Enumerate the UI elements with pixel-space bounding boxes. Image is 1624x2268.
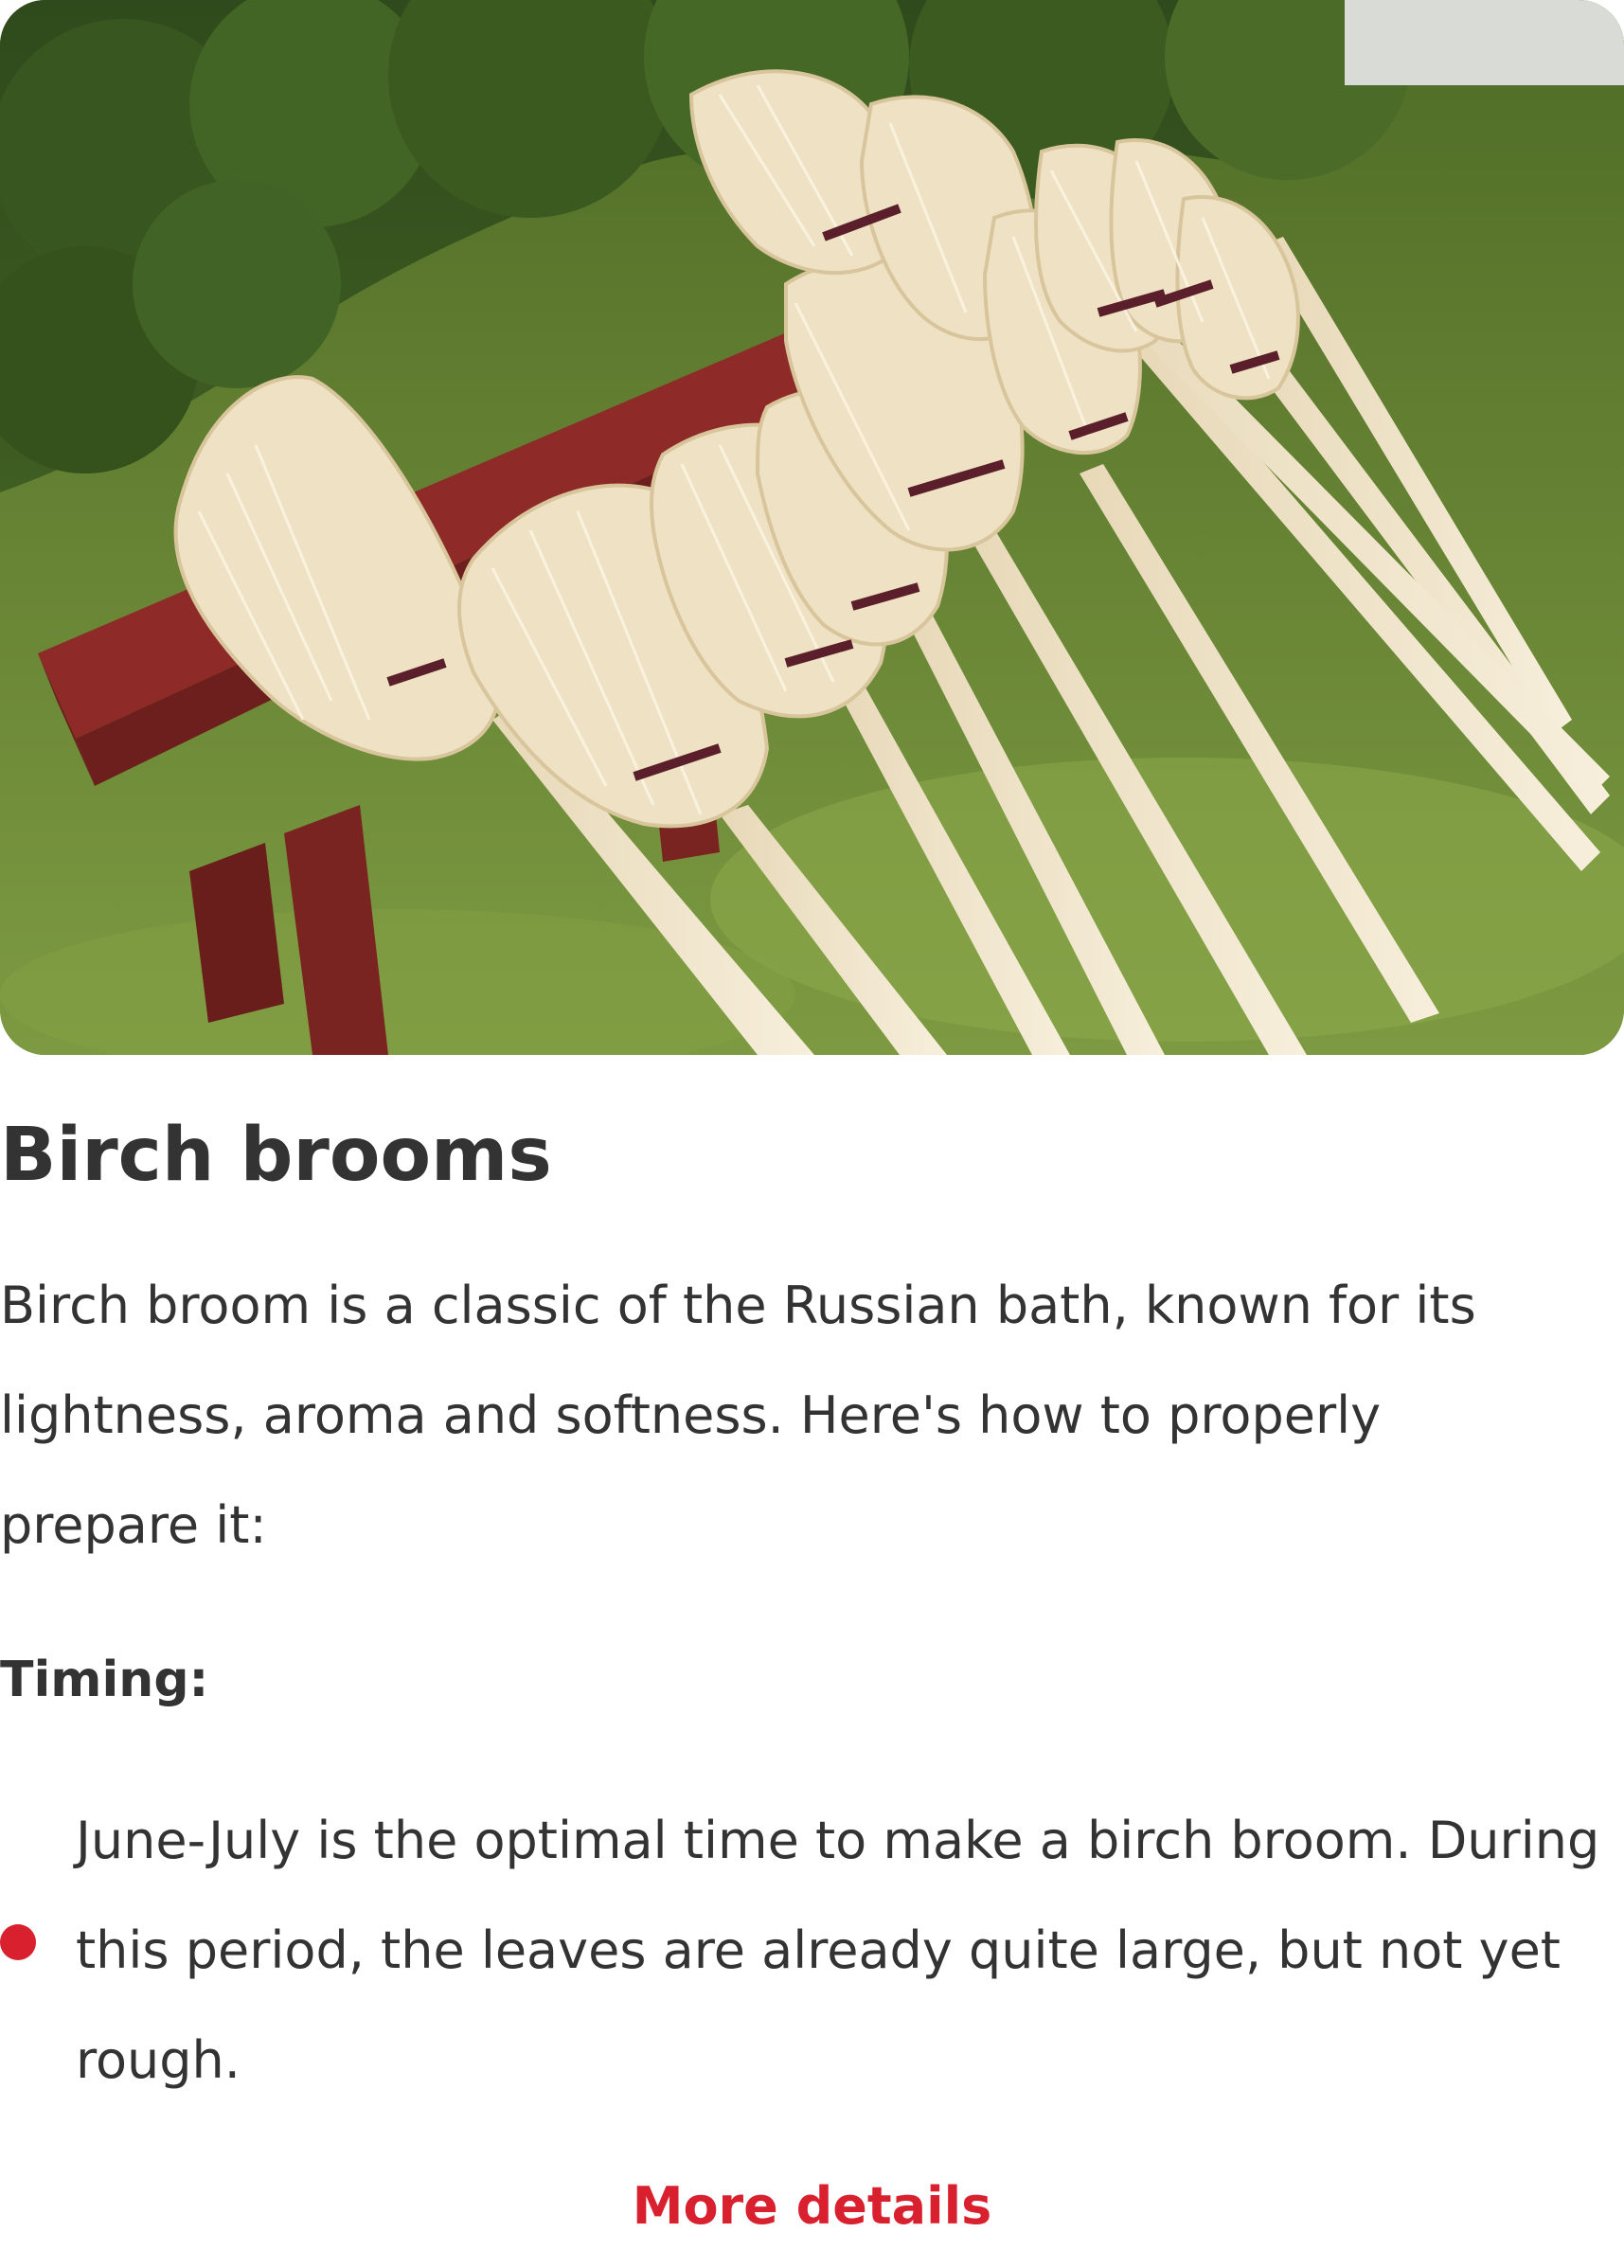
section-heading-timing: Timing: xyxy=(0,1652,209,1708)
more-details-link[interactable]: More details xyxy=(0,2159,1624,2254)
birch-brooms-photo xyxy=(0,0,1624,1055)
page-title: Birch brooms xyxy=(0,1113,552,1198)
timing-bullet-list: June-July is the optimal time to make a … xyxy=(0,1786,1624,2116)
photo-illustration xyxy=(0,0,1624,1055)
article-card: Birch brooms Birch broom is a classic of… xyxy=(0,0,1624,2268)
list-item: June-July is the optimal time to make a … xyxy=(0,1786,1605,2116)
bullet-dot-icon xyxy=(0,1924,36,1960)
intro-paragraph: Birch broom is a classic of the Russian … xyxy=(0,1276,1476,1555)
list-item-text: June-July is the optimal time to make a … xyxy=(76,1811,1600,2090)
